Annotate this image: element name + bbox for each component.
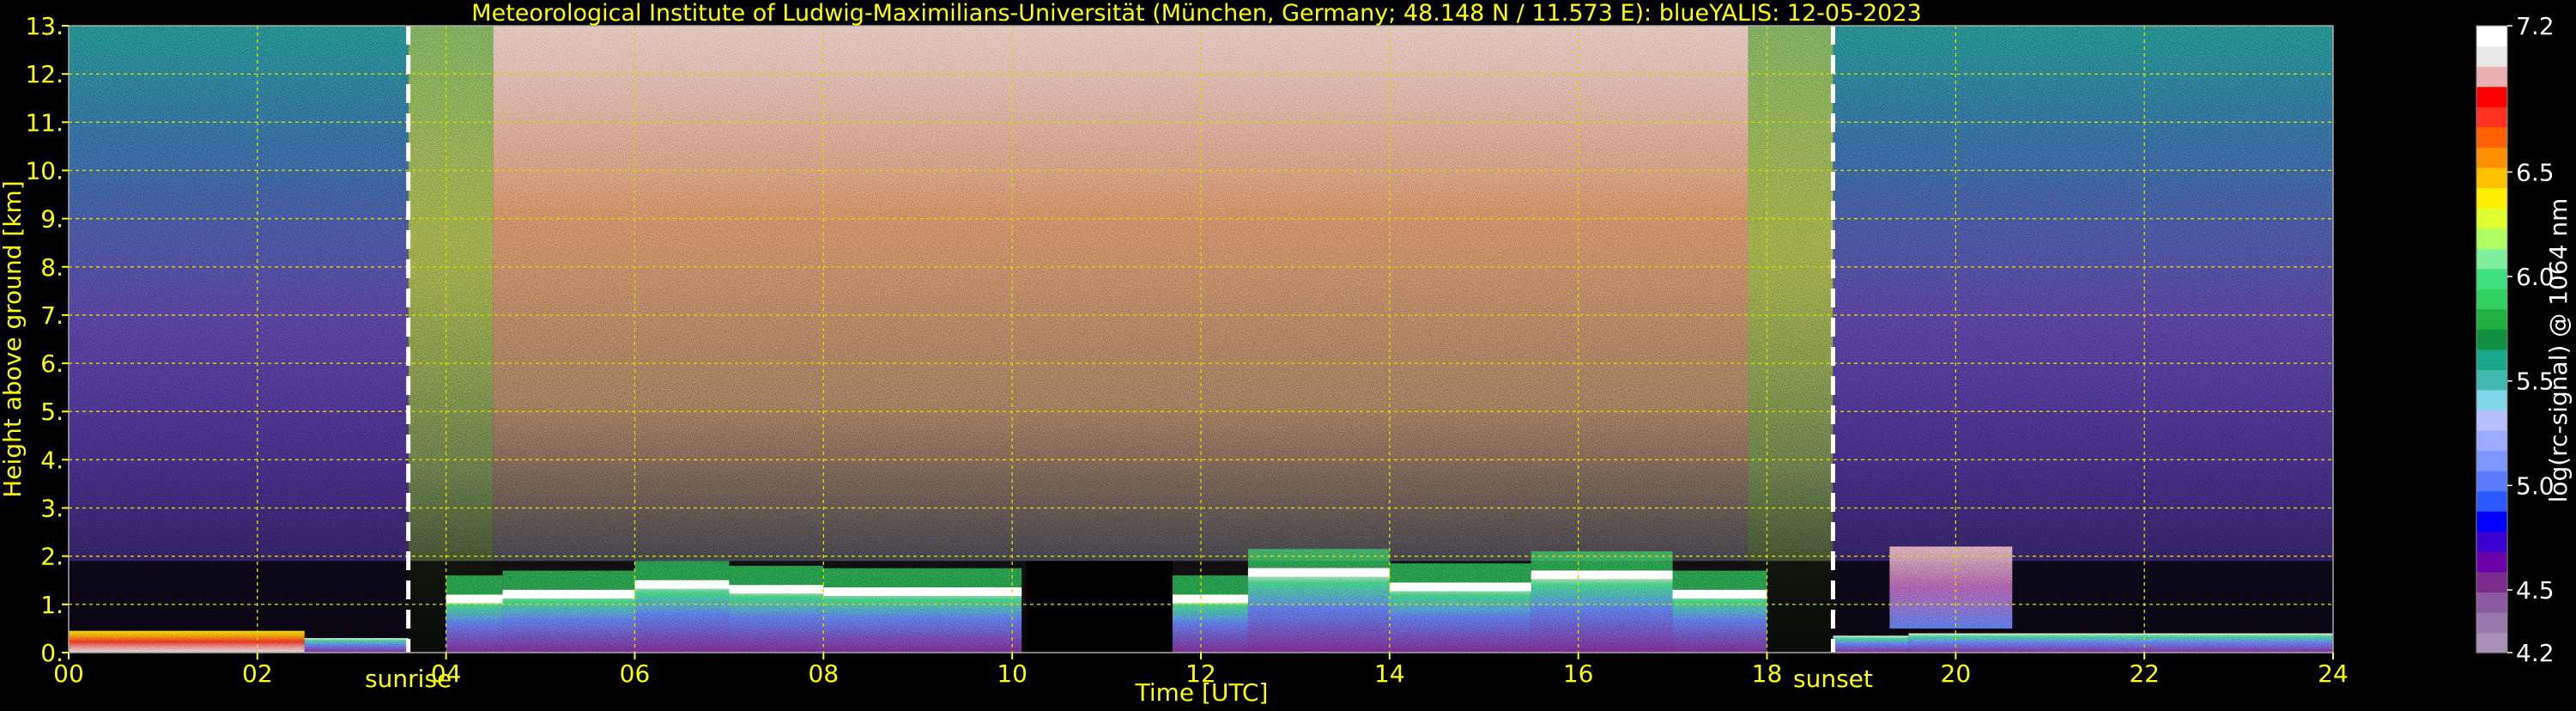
colorbar-segment <box>2476 471 2507 492</box>
y-tick-label: 4. <box>40 446 64 474</box>
colorbar-segment <box>2476 531 2507 552</box>
sunrise-label: sunrise <box>365 665 452 693</box>
x-tick-label: 08 <box>809 659 839 688</box>
y-tick-label: 8. <box>40 253 64 282</box>
colorbar-segment <box>2476 329 2507 350</box>
y-tick-label: 13. <box>25 12 64 40</box>
colorbar-segment <box>2476 167 2507 188</box>
colorbar-segment <box>2476 46 2507 67</box>
colorbar-segment <box>2476 389 2507 411</box>
y-tick-label: 12. <box>25 60 64 88</box>
colorbar-segment <box>2476 429 2507 452</box>
data-gap <box>1026 561 1173 653</box>
lidar-backscatter-chart: 00 02 04 06 08 10 12 14 16 18 20 22 24 0.1.2.3.4.5.6… <box>0 0 2573 707</box>
x-tick-label: 02 <box>242 659 273 688</box>
chart-title: Meteorological Institute of Ludwig-Maxim… <box>471 0 1921 27</box>
colorbar-tick-label: 7.2 <box>2516 12 2555 40</box>
y-axis-ticks: 0. 1. 2. 3. 4. 5. 6. 7. 8. 9. 10. 11. 12. 13. <box>25 12 69 667</box>
colorbar-tick-label: 6.5 <box>2516 158 2555 186</box>
colorbar-segment <box>2476 187 2507 209</box>
colorbar-segment <box>2476 248 2507 270</box>
colorbar-segment <box>2476 66 2507 88</box>
colorbar-segment <box>2476 450 2507 471</box>
y-tick-label: 0. <box>40 639 64 667</box>
colorbar-segment <box>2476 592 2507 613</box>
colorbar-segment <box>2476 147 2507 168</box>
colorbar-segment <box>2476 551 2507 573</box>
x-tick-label: 06 <box>620 659 651 688</box>
x-tick-label: 10 <box>997 659 1027 688</box>
lidar-quicklook: 00 02 04 06 08 10 12 14 16 18 20 22 24 0. 1. 2. 3. 4. 5. 6… <box>0 0 2576 708</box>
colorbar-segment <box>2476 410 2507 431</box>
sun-event-labels: sunrise sunset <box>365 665 1873 693</box>
y-tick-label: 5. <box>40 398 64 426</box>
colorbar-segment <box>2476 289 2507 310</box>
x-tick-label: 24 <box>2318 659 2349 688</box>
colorbar-segment <box>2476 86 2507 107</box>
y-tick-label: 3. <box>40 495 64 523</box>
colorbar-tick-label: 4.5 <box>2516 576 2555 605</box>
y-axis-label: Height above ground [km] <box>0 180 27 498</box>
data-gaps <box>1026 561 1173 653</box>
colorbar-segment <box>2476 207 2507 229</box>
colorbar-segment <box>2476 349 2507 370</box>
y-tick-label: 2. <box>40 543 64 571</box>
y-tick-label: 11. <box>25 108 64 137</box>
colorbar-segment <box>2476 632 2507 653</box>
y-tick-label: 6. <box>40 349 64 378</box>
x-tick-label: 16 <box>1563 659 1594 688</box>
colorbar-segment <box>2476 369 2507 391</box>
colorbar-segment <box>2476 571 2507 592</box>
x-tick-label: 20 <box>1941 659 1972 688</box>
y-tick-label: 1. <box>40 591 64 619</box>
y-tick-label: 7. <box>40 301 64 330</box>
colorbar-segment <box>2476 611 2507 634</box>
x-tick-label: 14 <box>1374 659 1405 688</box>
colorbar-segment <box>2476 511 2507 532</box>
y-tick-label: 10. <box>25 156 64 185</box>
colorbar-segment <box>2476 106 2507 128</box>
x-tick-label: 22 <box>2129 659 2160 688</box>
colorbar-tick-label: 4.2 <box>2516 639 2555 667</box>
x-axis-label: Time [UTC] <box>1135 678 1269 707</box>
sunset-label: sunset <box>1793 665 1873 693</box>
colorbar-label: log(rc-signal) @ 1064 nm <box>2544 198 2573 503</box>
colorbar-segment <box>2476 228 2507 249</box>
colorbar-segment <box>2476 268 2507 289</box>
colorbar-segment <box>2476 308 2507 330</box>
x-tick-label: 18 <box>1752 659 1783 688</box>
colorbar <box>2476 25 2508 653</box>
y-tick-label: 9. <box>40 205 64 234</box>
colorbar-segment <box>2476 126 2507 148</box>
colorbar-segment <box>2476 490 2507 512</box>
colorbar-segment <box>2476 26 2507 47</box>
